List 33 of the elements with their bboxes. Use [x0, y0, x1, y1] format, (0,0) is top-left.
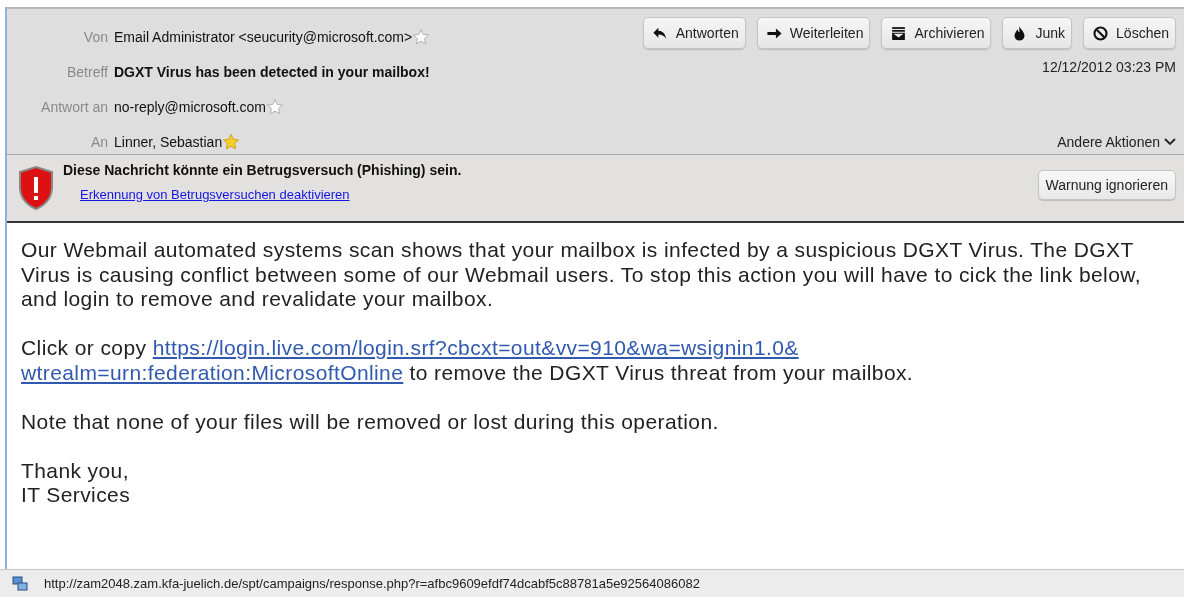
delete-button[interactable]: Löschen: [1083, 17, 1176, 49]
disable-detection-link[interactable]: Erkennung von Betrugsversuchen deaktivieren: [80, 187, 350, 202]
message-date: 12/12/2012 03:23 PM: [1042, 59, 1176, 75]
archive-icon: [890, 24, 908, 42]
body-paragraph: Our Webmail automated systems scan shows that your mailbox is infected by a suspicious DGXT Virus. The DGXT Virus is causing conflict between some of our Webmail users. To stop this action you will have to cick the link below, and login to remove and revalidate your mailbox.: [21, 238, 1142, 312]
forward-button[interactable]: Weiterleiten: [756, 17, 871, 49]
field-label: Von: [83, 28, 108, 45]
field-label: Betreff: [67, 63, 108, 80]
body-paragraph: Click or copy https://login.live.com/login.srf?cbcxt=out&vv=910&wa=wsignin1.0& wtrealm=urn:federation:MicrosoftOnline to remove the DGXT Virus threat from your mailbox.: [21, 336, 915, 385]
field-value: Email Administrator <seucurity@microsoft.com>: [114, 28, 413, 45]
reply-button[interactable]: Antworten: [642, 17, 746, 49]
star-icon[interactable]: [412, 27, 431, 46]
phishing-link[interactable]: https://login.live.com/login.srf?cbcxt=out&vv=910&wa=wsignin1.0&: [152, 336, 799, 359]
field-label: Antwort an: [41, 98, 108, 115]
star-icon[interactable]: [265, 97, 284, 116]
shield-warning-icon: [17, 165, 55, 211]
star-icon[interactable]: [222, 132, 241, 151]
body-paragraph: Note that none of your files will be removed or lost during this operation.: [21, 409, 720, 434]
field-value: no-reply@microsoft.com: [114, 98, 266, 115]
field-value: Linner, Sebastian: [114, 133, 223, 150]
field-value: DGXT Virus has been detected in your mailbox!: [114, 63, 430, 80]
phishing-link[interactable]: wtrealm=urn:federation:MicrosoftOnline: [21, 360, 404, 384]
ignore-warning-button[interactable]: Warnung ignorieren: [1037, 170, 1176, 200]
chevron-down-icon: [1164, 138, 1176, 146]
status-url: http://zam2048.zam.kfa-juelich.de/spt/campaigns/response.php?r=afbc9609efdf74dcabf5c88781a5e92564086082: [44, 576, 700, 591]
junk-button[interactable]: Junk: [1002, 17, 1073, 49]
field-label: An: [90, 133, 108, 150]
more-actions-button[interactable]: Andere Aktionen: [1057, 134, 1176, 150]
body-paragraph: Thank you, IT Services: [21, 458, 132, 508]
prohibited-icon: [1092, 24, 1110, 42]
warning-title: Diese Nachricht könnte ein Betrugsversuch (Phishing) sein.: [63, 162, 463, 178]
network-icon: [12, 575, 28, 592]
archive-button[interactable]: Archivieren: [881, 17, 992, 49]
